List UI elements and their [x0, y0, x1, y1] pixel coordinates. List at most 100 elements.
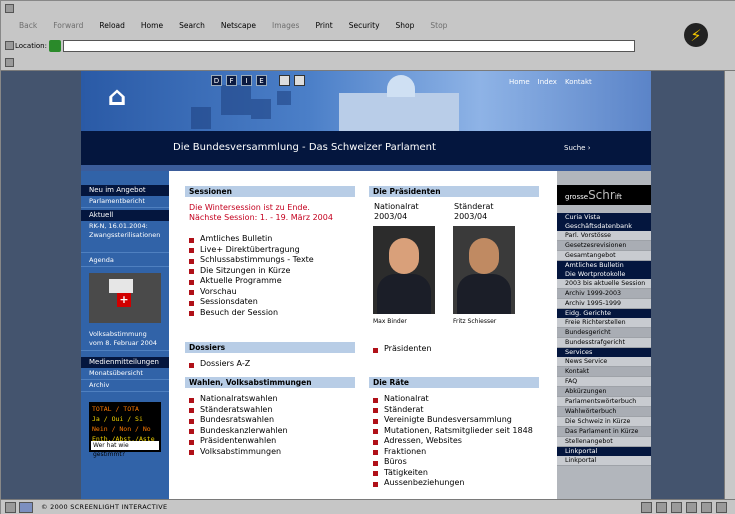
link-home[interactable]: Home	[509, 78, 530, 86]
link-archiv-1999[interactable]: Archiv 1999-2003	[557, 289, 651, 299]
parliament-logo-icon[interactable]: ⌂	[99, 77, 135, 119]
nav-monatsuebersicht[interactable]: Monatsübersicht	[81, 368, 169, 380]
wahlen-heading: Wahlen, Volksabstimmungen	[185, 377, 355, 388]
who-voted-button[interactable]: Wer hat wie gestimmt?	[91, 441, 159, 458]
security-status-icon[interactable]	[686, 502, 697, 513]
scroll-left-icon[interactable]	[701, 502, 712, 513]
link-stellenangebot[interactable]: Stellenangebot	[557, 437, 651, 447]
nav-archiv[interactable]: Archiv	[81, 380, 169, 392]
list-item[interactable]: Büros	[373, 457, 553, 468]
large-font-toggle[interactable]: grosseSchrift	[557, 185, 651, 205]
navigator-icon[interactable]	[19, 502, 33, 513]
print-icon[interactable]	[279, 75, 290, 86]
mail-status-icon[interactable]	[641, 502, 652, 513]
images-button[interactable]: Images	[264, 15, 307, 39]
link-linkportal[interactable]: Linkportal	[557, 456, 651, 466]
list-item[interactable]: Nationalratswahlen	[189, 394, 288, 405]
list-item[interactable]: Vorschau	[189, 287, 359, 298]
link-bundesgericht[interactable]: Bundesgericht	[557, 328, 651, 338]
list-item[interactable]: Adressen, Websites	[373, 436, 553, 447]
list-item[interactable]: Mutationen, Ratsmitglieder seit 1848	[373, 426, 553, 437]
list-item[interactable]: Bundeskanzlerwahlen	[189, 426, 288, 437]
lang-fr[interactable]: F	[226, 75, 237, 86]
nav-rk-n-news[interactable]: RK-N, 16.01.2004: Zwangssterilisationen	[81, 221, 169, 253]
lang-en[interactable]: E	[256, 75, 267, 86]
link-bulletin-2003[interactable]: 2003 bis aktuelle Session	[557, 279, 651, 289]
list-item[interactable]: Aktuelle Programme	[189, 276, 359, 287]
nav-parlamentbericht[interactable]: Parlamentbericht	[81, 196, 169, 208]
link-wahlwoerterbuch[interactable]: Wahlwörterbuch	[557, 407, 651, 417]
print-button[interactable]: Print	[307, 15, 340, 39]
location-label: Location:	[15, 42, 47, 50]
list-item[interactable]: Amtliches Bulletin	[189, 234, 359, 245]
link-kontakt[interactable]: Kontakt	[557, 367, 651, 377]
page-proxy-icon[interactable]	[48, 40, 61, 52]
list-item[interactable]: Präsidentenwahlen	[189, 436, 288, 447]
list-item[interactable]: Ständerat	[373, 405, 553, 416]
sr-president-photo[interactable]	[453, 226, 515, 314]
list-item[interactable]: Dossiers A-Z	[189, 359, 250, 370]
link-bundesstrafgericht[interactable]: Bundesstrafgericht	[557, 338, 651, 348]
link-parlamentswoerterbuch[interactable]: Parlamentswörterbuch	[557, 397, 651, 407]
dossiers-heading: Dossiers	[185, 342, 355, 353]
list-item[interactable]: Besuch der Session	[189, 308, 359, 319]
mail-icon[interactable]	[294, 75, 305, 86]
link-gesetzesrevisionen[interactable]: Gesetzesrevisionen	[557, 241, 651, 251]
toolbar-collapse-handle[interactable]	[5, 4, 14, 13]
ballot-box-image[interactable]: +	[89, 273, 161, 323]
throbber-icon[interactable]: ⚡	[684, 23, 708, 47]
location-collapse-handle[interactable]	[5, 41, 14, 50]
link-schweiz-in-kuerze[interactable]: Die Schweiz in Kürze	[557, 417, 651, 427]
vote-results-widget[interactable]: TOTAL / TOTA Ja / Oui / Si Nein / Non / …	[89, 402, 161, 458]
nav-agenda[interactable]: Agenda	[81, 255, 169, 267]
link-richterstellen[interactable]: Freie Richterstellen	[557, 318, 651, 328]
list-item[interactable]: Nationalrat	[373, 394, 553, 405]
status-collapse-handle[interactable]	[5, 502, 16, 513]
vertical-scrollbar[interactable]	[724, 71, 735, 499]
nr-president-photo[interactable]	[373, 226, 435, 314]
list-item[interactable]: Fraktionen	[373, 447, 553, 458]
link-archiv-1995[interactable]: Archiv 1995-1999	[557, 299, 651, 309]
personal-bar-collapse-handle[interactable]	[5, 58, 14, 67]
link-parlament-in-kuerze[interactable]: Das Parlament in Kürze	[557, 427, 651, 437]
nav-volksabstimmung[interactable]: Volksabstimmung vom 8. Februar 2004	[81, 329, 169, 351]
list-item[interactable]: Volksabstimmungen	[189, 447, 288, 458]
shop-button[interactable]: Shop	[388, 15, 423, 39]
list-item[interactable]: Sessionsdaten	[189, 297, 359, 308]
link-gesamtangebot[interactable]: Gesamtangebot	[557, 251, 651, 261]
list-item[interactable]: Live+ Direktübertragung	[189, 245, 359, 256]
reload-button[interactable]: Reload	[91, 15, 133, 39]
back-button[interactable]: Back	[11, 15, 45, 39]
home-button[interactable]: Home	[133, 15, 171, 39]
stop-button[interactable]: Stop	[422, 15, 455, 39]
link-faq[interactable]: FAQ	[557, 377, 651, 387]
list-item[interactable]: Tätigkeiten	[373, 468, 553, 479]
list-item[interactable]: Aussenbeziehungen	[373, 478, 553, 489]
link-abkuerzungen[interactable]: Abkürzungen	[557, 387, 651, 397]
search-button[interactable]: Search	[171, 15, 213, 39]
list-item[interactable]: Vereinigte Bundesversammlung	[373, 415, 553, 426]
link-index[interactable]: Index	[538, 78, 557, 86]
lang-de[interactable]: D	[211, 75, 222, 86]
location-input[interactable]	[62, 40, 635, 52]
list-item[interactable]: Die Sitzungen in Kürze	[189, 266, 359, 277]
scroll-right-icon[interactable]	[716, 502, 727, 513]
composer-status-icon[interactable]	[671, 502, 682, 513]
security-button[interactable]: Security	[341, 15, 388, 39]
list-item[interactable]: Ständeratswahlen	[189, 405, 288, 416]
list-item[interactable]: Bundesratswahlen	[189, 415, 288, 426]
sr-caption: Ständerat 2003/04	[454, 202, 494, 222]
link-news-service[interactable]: News Service	[557, 357, 651, 367]
list-item[interactable]: Präsidenten	[373, 344, 431, 355]
list-item[interactable]: Schlussabstimmungs - Texte	[189, 255, 359, 266]
forward-button[interactable]: Forward	[45, 15, 91, 39]
nav-aktuell: Aktuell	[81, 210, 169, 221]
search-link[interactable]: Suche ›	[564, 144, 591, 152]
news-status-icon[interactable]	[656, 502, 667, 513]
lang-it[interactable]: I	[241, 75, 252, 86]
content-area: ⌂ D F I E Home Index Kontakt Die Bundesv…	[1, 71, 735, 499]
link-parl-vorstoesse[interactable]: Parl. Vorstösse	[557, 231, 651, 241]
link-kontakt[interactable]: Kontakt	[565, 78, 592, 86]
netscape-button[interactable]: Netscape	[213, 15, 264, 39]
gerichte-heading: Eidg. Gerichte	[557, 309, 651, 318]
